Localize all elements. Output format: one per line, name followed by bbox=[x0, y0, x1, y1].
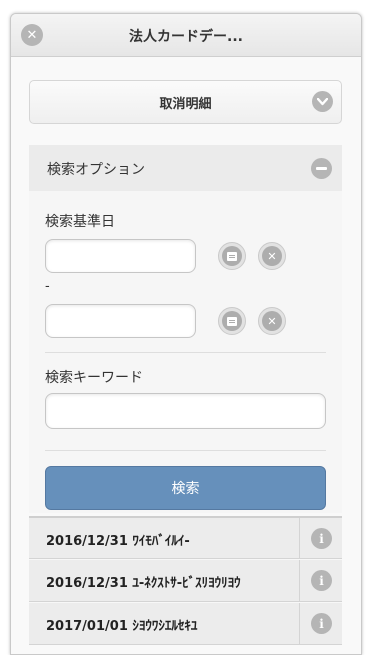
date-range-separator: - bbox=[45, 279, 50, 294]
divider bbox=[45, 352, 326, 353]
search-options-title: 検索オプション bbox=[47, 162, 145, 178]
search-options-panel: 検索オプション 検索基準日 ✕ - ✕ 検索キーワード 検索 bbox=[29, 145, 342, 513]
info-icon[interactable]: i bbox=[311, 613, 332, 634]
clear-date-from-icon[interactable]: ✕ bbox=[258, 242, 286, 270]
calendar-icon[interactable] bbox=[218, 307, 246, 335]
list-item-text: 2017/01/01 ｼﾖｳﾜｼｴﾙｾｷﾕ bbox=[46, 619, 198, 634]
info-icon[interactable]: i bbox=[311, 528, 332, 549]
list-item[interactable]: 2016/12/31 ﾕ-ﾈｸｽﾄｻ-ﾋﾞｽﾘﾖｳﾘﾖｳ i bbox=[29, 559, 342, 602]
cancellation-details-label: 取消明細 bbox=[159, 97, 212, 112]
divider bbox=[45, 450, 326, 451]
clear-date-to-icon[interactable]: ✕ bbox=[258, 307, 286, 335]
chevron-down-icon[interactable] bbox=[312, 91, 333, 112]
list-item-text: 2016/12/31 ﾕ-ﾈｸｽﾄｻ-ﾋﾞｽﾘﾖｳﾘﾖｳ bbox=[46, 576, 241, 591]
info-icon[interactable]: i bbox=[311, 570, 332, 591]
search-button[interactable]: 検索 bbox=[45, 466, 326, 510]
search-date-label: 検索基準日 bbox=[45, 214, 115, 230]
minus-icon[interactable] bbox=[311, 158, 332, 179]
list-item[interactable]: 2017/01/01 ｼﾖｳﾜｼｴﾙｾｷﾕ i bbox=[29, 602, 342, 645]
page-title: 法人カードデー... bbox=[129, 29, 243, 45]
calendar-icon[interactable] bbox=[218, 242, 246, 270]
results-list: 2016/12/31 ﾜｲﾓﾊﾞｲﾙｲ- i 2016/12/31 ﾕ-ﾈｸｽﾄ… bbox=[29, 516, 342, 645]
search-options-header[interactable]: 検索オプション bbox=[29, 145, 342, 191]
list-item-text: 2016/12/31 ﾜｲﾓﾊﾞｲﾙｲ- bbox=[46, 534, 190, 549]
header-bar: ✕ 法人カードデー... bbox=[11, 14, 361, 57]
app-window: ✕ 法人カードデー... 取消明細 検索オプション 検索基準日 ✕ - ✕ 検索… bbox=[10, 13, 362, 655]
date-from-input[interactable] bbox=[45, 239, 196, 273]
list-item[interactable]: 2016/12/31 ﾜｲﾓﾊﾞｲﾙｲ- i bbox=[29, 516, 342, 559]
date-to-input[interactable] bbox=[45, 304, 196, 338]
keyword-input[interactable] bbox=[45, 393, 326, 429]
search-keyword-label: 検索キーワード bbox=[45, 370, 143, 386]
cancellation-details-collapsible[interactable]: 取消明細 bbox=[29, 80, 342, 124]
